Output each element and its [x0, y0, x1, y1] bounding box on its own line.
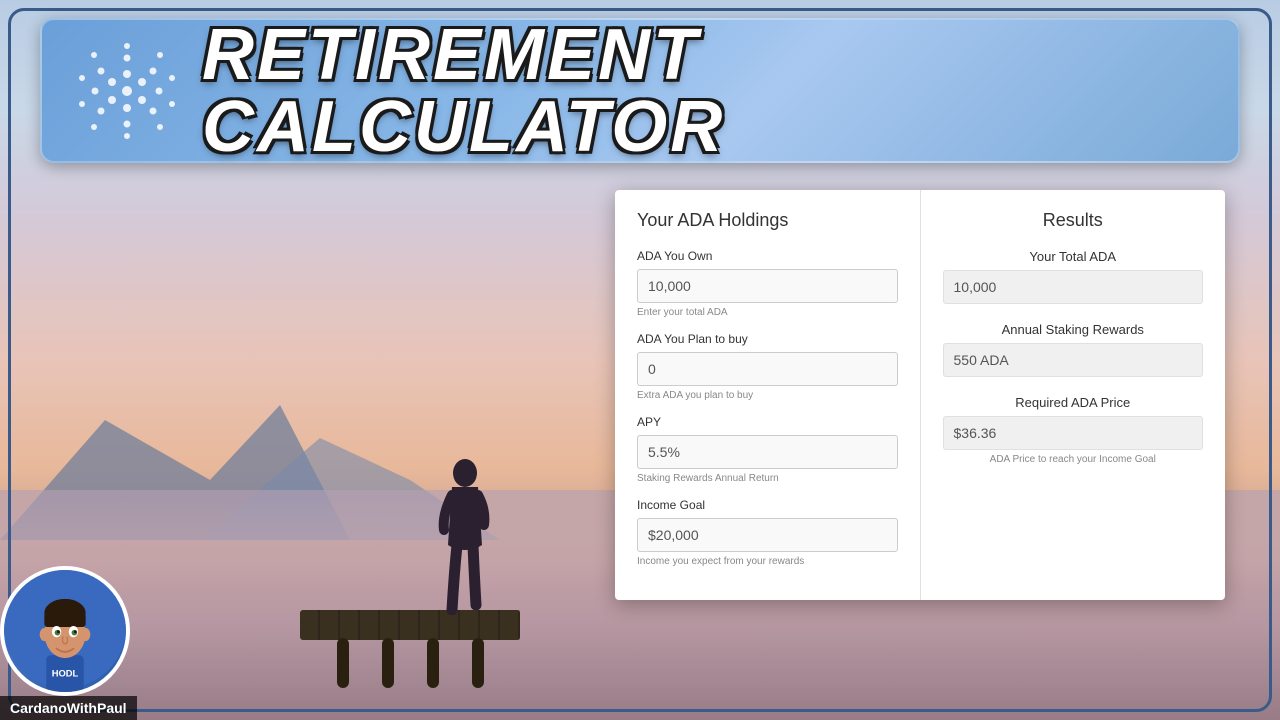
total-ada-result: Your Total ADA 10,000: [943, 249, 1204, 304]
results-section: Results Your Total ADA 10,000 Annual Sta…: [921, 190, 1226, 600]
ada-buy-input[interactable]: [637, 352, 898, 386]
calculator-card: Your ADA Holdings ADA You Own Enter your…: [615, 190, 1225, 600]
staking-rewards-result: Annual Staking Rewards 550 ADA: [943, 322, 1204, 377]
cardano-logo-container: [72, 36, 182, 146]
person-silhouette: [430, 455, 500, 620]
brand-name: CardanoWithPaul: [0, 696, 137, 720]
staking-rewards-value: 550 ADA: [943, 343, 1204, 377]
results-section-title: Results: [943, 210, 1204, 231]
income-goal-hint: Income you expect from your rewards: [637, 556, 898, 567]
required-price-result: Required ADA Price $36.36 ADA Price to r…: [943, 395, 1204, 465]
income-goal-input[interactable]: [637, 518, 898, 552]
ada-buy-hint: Extra ADA you plan to buy: [637, 390, 898, 401]
ada-buy-label: ADA You Plan to buy: [637, 332, 898, 346]
input-section-title: Your ADA Holdings: [637, 210, 898, 231]
required-price-value: $36.36: [943, 416, 1204, 450]
required-price-label: Required ADA Price: [943, 395, 1204, 410]
total-ada-label: Your Total ADA: [943, 249, 1204, 264]
input-section: Your ADA Holdings ADA You Own Enter your…: [615, 190, 921, 600]
page-title: RETIREMENT CALCULATOR: [202, 19, 1208, 163]
ada-owned-label: ADA You Own: [637, 249, 898, 263]
header-banner: RETIREMENT CALCULATOR: [40, 18, 1240, 163]
staking-rewards-label: Annual Staking Rewards: [943, 322, 1204, 337]
ada-owned-hint: Enter your total ADA: [637, 307, 898, 318]
avatar-illustration: HODL: [4, 566, 126, 692]
apy-input[interactable]: [637, 435, 898, 469]
avatar: HODL: [0, 566, 130, 696]
income-goal-label: Income Goal: [637, 498, 898, 512]
apy-hint: Staking Rewards Annual Return: [637, 473, 898, 484]
apy-label: APY: [637, 415, 898, 429]
svg-text:HODL: HODL: [52, 669, 79, 679]
required-price-hint: ADA Price to reach your Income Goal: [943, 454, 1204, 465]
total-ada-value: 10,000: [943, 270, 1204, 304]
brand-corner: HODL CardanoWithPaul: [0, 566, 137, 720]
ada-owned-input[interactable]: [637, 269, 898, 303]
